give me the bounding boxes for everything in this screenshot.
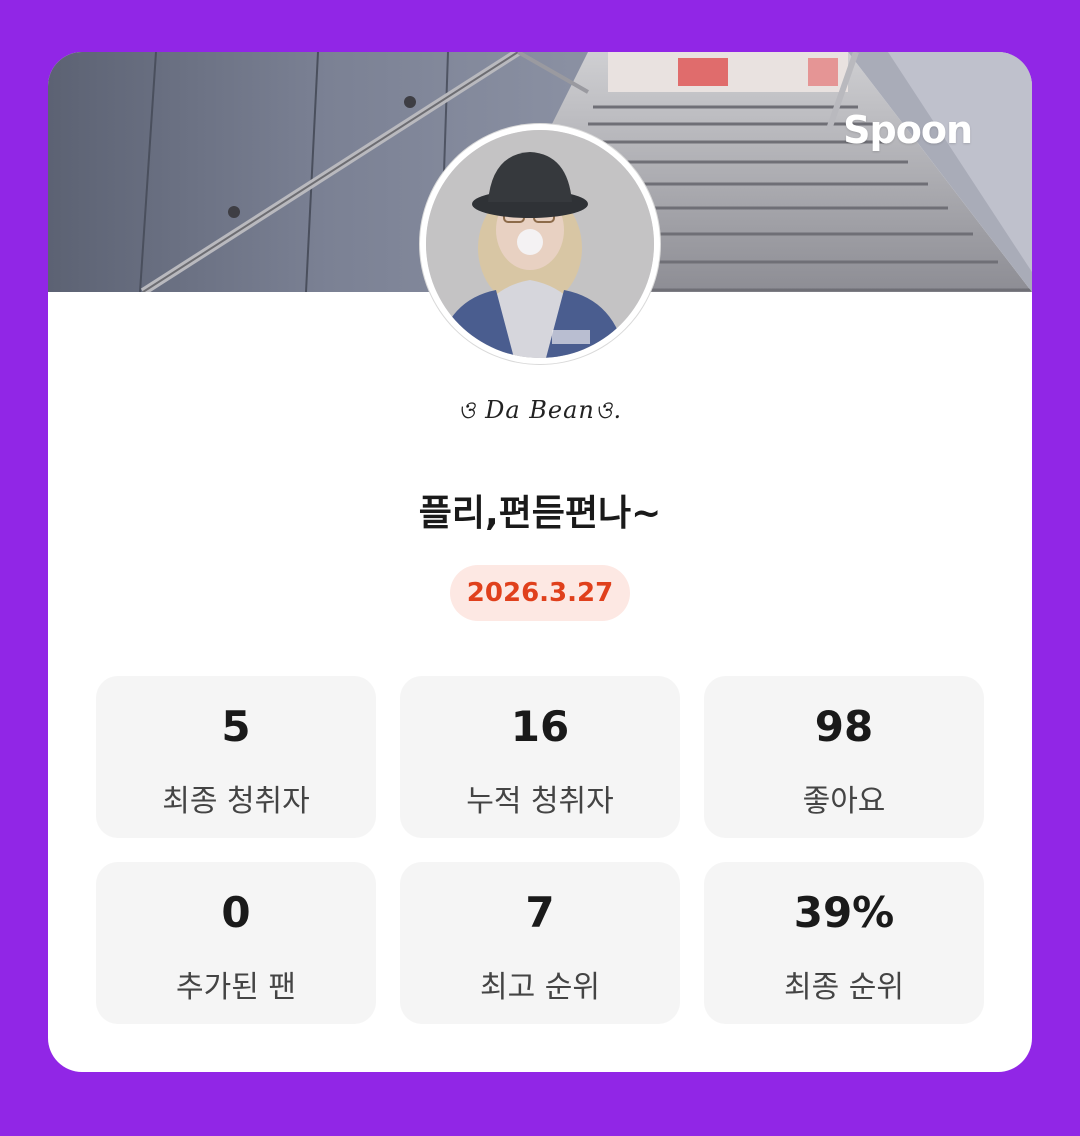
nickname: ও Da Beanও. <box>457 396 623 424</box>
stat-value: 98 <box>814 702 874 751</box>
broadcast-title: 플리,편듣편나~ <box>418 493 662 534</box>
stat-final-rank: 39% 최종 순위 <box>704 862 984 1024</box>
stat-value: 16 <box>510 702 570 751</box>
stat-likes: 98 좋아요 <box>704 676 984 838</box>
stat-value: 39% <box>793 888 895 937</box>
stat-value: 0 <box>221 888 251 937</box>
stat-label: 추가된 팬 <box>176 970 296 1005</box>
avatar <box>420 124 660 364</box>
stat-best-rank: 7 최고 순위 <box>400 862 680 1024</box>
stat-value: 7 <box>525 888 555 937</box>
spoon-logo: Spoon <box>843 108 973 152</box>
stat-label: 좋아요 <box>802 784 886 819</box>
stat-value: 5 <box>221 702 251 751</box>
stat-new-fans: 0 추가된 팬 <box>96 862 376 1024</box>
stat-label: 누적 청취자 <box>466 784 614 819</box>
stat-total-listeners: 16 누적 청취자 <box>400 676 680 838</box>
date-badge: 2026.3.27 <box>450 565 630 621</box>
broadcast-summary-card: Spoon ও Da Beanও. 플리,편듣편나~ 2026.3.27 5 최… <box>48 52 1032 1072</box>
stat-label: 최종 순위 <box>784 970 904 1005</box>
stat-label: 최종 청취자 <box>162 784 310 819</box>
stat-final-listeners: 5 최종 청취자 <box>96 676 376 838</box>
profile-photo <box>426 130 654 358</box>
stat-label: 최고 순위 <box>480 970 600 1005</box>
